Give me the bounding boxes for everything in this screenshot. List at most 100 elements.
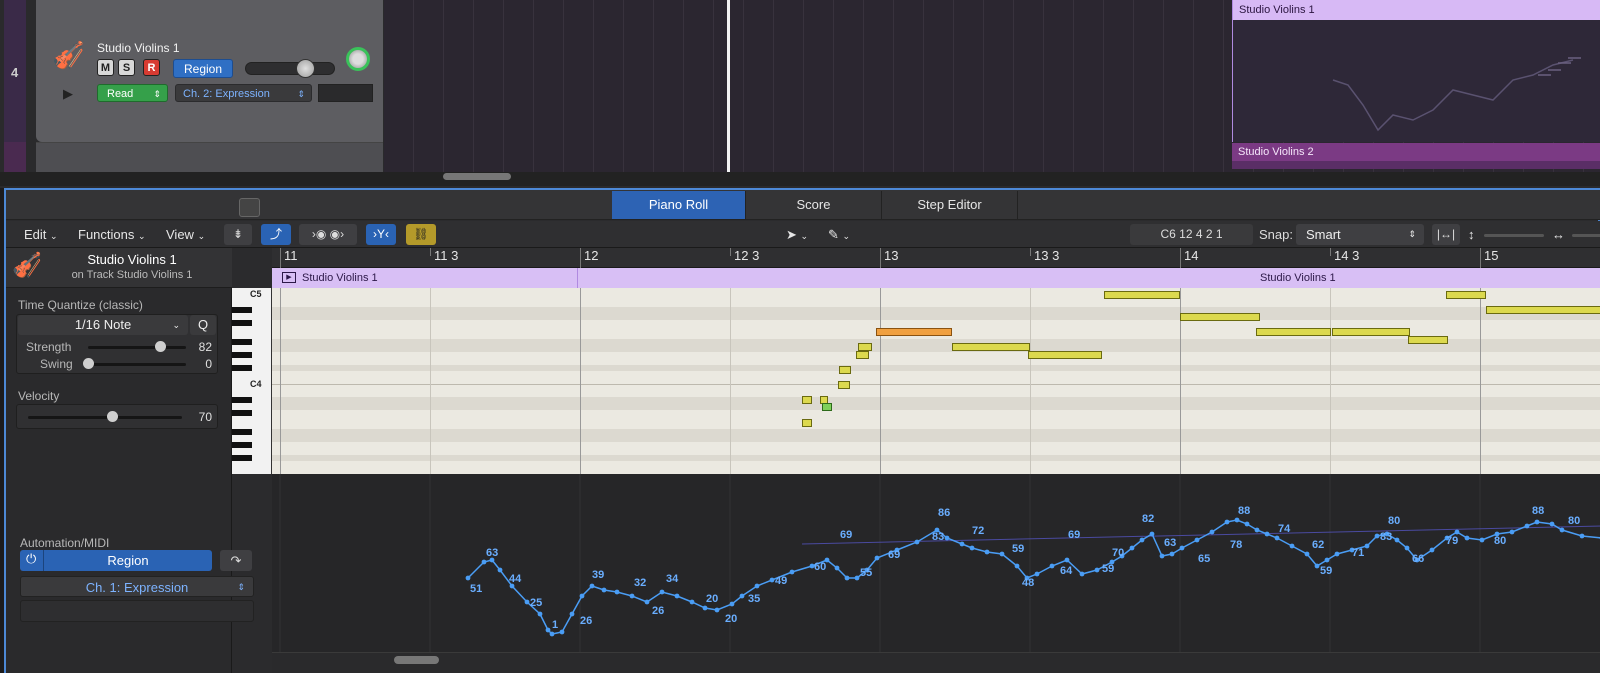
- link-icon[interactable]: ⛓: [406, 224, 436, 245]
- midi-note[interactable]: [838, 381, 850, 389]
- arrange-region-studio-violins-2[interactable]: Studio Violins 2: [1232, 143, 1600, 169]
- midi-note[interactable]: [822, 403, 832, 411]
- midi-note[interactable]: [1446, 291, 1486, 299]
- automation-mode-select[interactable]: Read ⇕: [97, 84, 168, 102]
- track-name[interactable]: Studio Violins 1: [97, 41, 180, 55]
- record-button[interactable]: R: [143, 59, 160, 76]
- vertical-zoom-icon[interactable]: ↕: [1468, 224, 1475, 245]
- power-icon[interactable]: ⏻: [20, 550, 44, 571]
- violin-icon: 🎻: [12, 252, 42, 279]
- midi-note[interactable]: [856, 351, 869, 359]
- black-key[interactable]: [232, 320, 252, 326]
- midi-note[interactable]: [1256, 328, 1331, 336]
- automation-region-button[interactable]: Region: [44, 550, 212, 571]
- strength-slider[interactable]: [88, 346, 186, 349]
- swing-value[interactable]: 0: [186, 357, 212, 371]
- black-key[interactable]: [232, 410, 252, 416]
- pointer-tool-icon[interactable]: ➤ ⌄: [786, 224, 808, 245]
- midi-note[interactable]: [952, 343, 1030, 351]
- horizontal-zoom-icon[interactable]: ↔: [1552, 224, 1565, 245]
- region-name: Studio Violins 1: [302, 272, 378, 284]
- midi-note[interactable]: [1028, 351, 1102, 359]
- black-key[interactable]: [232, 429, 252, 435]
- ruler-mark: 13: [884, 248, 899, 263]
- horizontal-scrollbar[interactable]: [394, 656, 439, 664]
- automation-point-label: 71: [1352, 547, 1364, 559]
- black-key[interactable]: [232, 365, 252, 371]
- midi-note[interactable]: [802, 419, 812, 427]
- black-key[interactable]: [232, 339, 252, 345]
- midi-note[interactable]: [858, 343, 872, 351]
- track-region-button[interactable]: Region: [173, 59, 233, 78]
- midi-note[interactable]: [1180, 313, 1260, 321]
- region-header-bar[interactable]: ▶ Studio Violins 1 Studio Violins 1: [272, 268, 1600, 288]
- view-menu[interactable]: View ⌄: [166, 224, 205, 245]
- black-key[interactable]: [232, 455, 252, 461]
- midi-note[interactable]: [1408, 336, 1448, 344]
- black-key[interactable]: [232, 442, 252, 448]
- swing-slider[interactable]: [88, 363, 186, 366]
- midi-note[interactable]: [802, 396, 812, 404]
- arrange-region-studio-violins-1[interactable]: Studio Violins 1: [1232, 0, 1600, 142]
- playhead[interactable]: [727, 0, 730, 172]
- track-number-column[interactable]: 4: [4, 0, 26, 172]
- volume-slider[interactable]: [245, 62, 335, 75]
- collapse-icon[interactable]: ⇟: [224, 224, 252, 245]
- beat-line: [1330, 288, 1331, 474]
- automation-curve-icon[interactable]: ⤴: [261, 224, 291, 245]
- vertical-zoom-slider[interactable]: [1484, 234, 1544, 237]
- automation-param-select[interactable]: Ch. 2: Expression ⇕: [175, 84, 312, 102]
- black-key[interactable]: [232, 307, 252, 313]
- velocity-slider-knob[interactable]: [107, 411, 118, 422]
- automation-channel-select[interactable]: Ch. 1: Expression ⇕: [20, 576, 254, 597]
- strength-value[interactable]: 82: [186, 340, 212, 354]
- horizontal-scrollbar[interactable]: [443, 173, 511, 180]
- velocity-value[interactable]: 70: [182, 410, 212, 424]
- fit-icon[interactable]: |↔|: [1432, 224, 1460, 245]
- volume-slider-knob[interactable]: [296, 59, 315, 78]
- piano-roll-grid[interactable]: [272, 288, 1600, 474]
- automation-point-label: 79: [1446, 535, 1458, 547]
- midi-note[interactable]: [1486, 306, 1600, 314]
- black-key[interactable]: [232, 397, 252, 403]
- disclosure-triangle-icon[interactable]: ▶: [63, 86, 73, 102]
- local-inspector-icon[interactable]: [239, 198, 260, 217]
- grid-row: [272, 307, 1600, 320]
- automation-point: [549, 631, 555, 637]
- solo-button[interactable]: S: [118, 59, 135, 76]
- automation-point: [984, 549, 990, 555]
- automation-point: [1064, 557, 1070, 563]
- piano-keyboard[interactable]: C5 C4: [232, 288, 272, 474]
- automation-value-field[interactable]: [318, 84, 373, 102]
- edit-menu[interactable]: Edit ⌄: [24, 224, 58, 245]
- automation-curve[interactable]: 51 63 44 25 1 26 39 32 26 34 20 20 35 49…: [272, 474, 1600, 652]
- midi-in-out-icon[interactable]: ›◉ ◉›: [299, 224, 357, 245]
- horizontal-zoom-slider[interactable]: [1572, 234, 1600, 237]
- catch-icon[interactable]: ›Y‹: [366, 224, 396, 245]
- midi-note[interactable]: [1104, 291, 1180, 299]
- midi-note[interactable]: [839, 366, 851, 374]
- pencil-tool-icon[interactable]: ✎ ⌄: [828, 224, 850, 245]
- next-track-header[interactable]: [36, 142, 383, 172]
- bar-ruler[interactable]: 11 11 3 12 12 3 13 13 3 14 14 3 15: [272, 248, 1600, 268]
- curve-arrow-icon[interactable]: ↷: [220, 550, 252, 571]
- quantize-value-select[interactable]: 1/16 Note ⌄: [18, 315, 188, 335]
- tab-piano-roll[interactable]: Piano Roll: [612, 191, 746, 219]
- automation-lane[interactable]: 51 63 44 25 1 26 39 32 26 34 20 20 35 49…: [272, 474, 1600, 652]
- swing-slider-knob[interactable]: [83, 358, 94, 369]
- midi-note-selected[interactable]: [876, 328, 952, 336]
- functions-menu[interactable]: Functions ⌄: [78, 224, 146, 245]
- tab-step-editor[interactable]: Step Editor: [882, 191, 1018, 219]
- black-key[interactable]: [232, 352, 252, 358]
- automation-point-label: 78: [1230, 539, 1242, 551]
- play-region-icon[interactable]: ▶: [282, 272, 296, 283]
- quantize-q-button[interactable]: Q: [190, 315, 216, 335]
- tab-score[interactable]: Score: [746, 191, 882, 219]
- velocity-slider[interactable]: [28, 416, 182, 419]
- mute-button[interactable]: M: [97, 59, 114, 76]
- snap-select[interactable]: Smart ⇕: [1296, 224, 1424, 245]
- strength-slider-knob[interactable]: [155, 341, 166, 352]
- pan-knob[interactable]: [346, 47, 370, 71]
- midi-note[interactable]: [1332, 328, 1410, 336]
- automation-point-label: 70: [1112, 547, 1124, 559]
